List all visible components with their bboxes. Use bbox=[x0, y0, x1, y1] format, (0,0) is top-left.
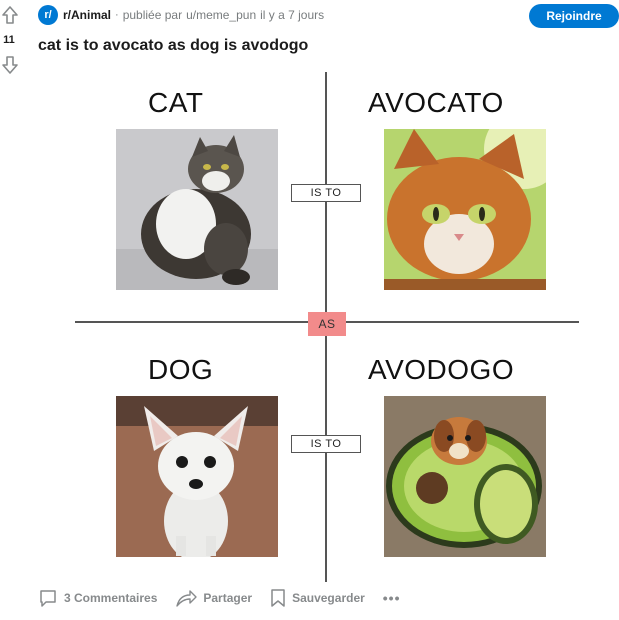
save-button[interactable]: Sauvegarder bbox=[270, 588, 365, 608]
save-label: Sauvegarder bbox=[292, 591, 365, 605]
share-label: Partager bbox=[203, 591, 253, 605]
avocato-photo bbox=[384, 129, 546, 290]
post-image[interactable]: CAT AVOCATO DOG AVODOGO IS TO IS TO AS bbox=[38, 62, 614, 582]
upvote-arrow-icon[interactable] bbox=[1, 5, 19, 25]
posted-by-label: publiée par bbox=[122, 8, 183, 22]
subreddit-icon[interactable]: r/ bbox=[38, 5, 58, 25]
more-options-button[interactable]: ••• bbox=[383, 590, 401, 606]
comments-button[interactable]: 3 Commentaires bbox=[38, 588, 157, 608]
more-options-icon: ••• bbox=[382, 590, 401, 606]
post-action-bar: 3 Commentaires Partager Sauvegarder ••• bbox=[38, 586, 419, 610]
author-link[interactable]: u/meme_pun bbox=[186, 8, 256, 22]
as-label: AS bbox=[308, 312, 346, 336]
comments-label: 3 Commentaires bbox=[64, 591, 158, 605]
is-to-label-bottom: IS TO bbox=[291, 435, 361, 453]
downvote-arrow-icon[interactable] bbox=[1, 55, 19, 75]
meta-separator: · bbox=[115, 9, 119, 21]
label-dog: DOG bbox=[148, 354, 214, 385]
is-to-label-top: IS TO bbox=[291, 184, 361, 202]
cat-photo bbox=[116, 129, 278, 290]
share-icon bbox=[176, 590, 198, 607]
label-avodogo: AVODOGO bbox=[368, 354, 515, 385]
post-header: r/ r/Animal · publiée par u/meme_pun il … bbox=[38, 4, 324, 26]
label-avocato: AVOCATO bbox=[368, 87, 504, 118]
comment-icon bbox=[40, 590, 56, 607]
join-button[interactable]: Rejoindre bbox=[529, 4, 619, 28]
avodogo-photo bbox=[384, 396, 546, 557]
subreddit-link[interactable]: r/Animal bbox=[63, 8, 111, 22]
post-time: il y a 7 jours bbox=[260, 8, 325, 22]
dog-photo bbox=[116, 396, 278, 557]
share-button[interactable]: Partager bbox=[175, 588, 252, 608]
label-cat: CAT bbox=[148, 87, 204, 118]
vote-count: 11 bbox=[3, 34, 15, 46]
post-title[interactable]: cat is to avocato as dog is avodogo bbox=[38, 37, 308, 55]
bookmark-icon bbox=[271, 589, 285, 607]
